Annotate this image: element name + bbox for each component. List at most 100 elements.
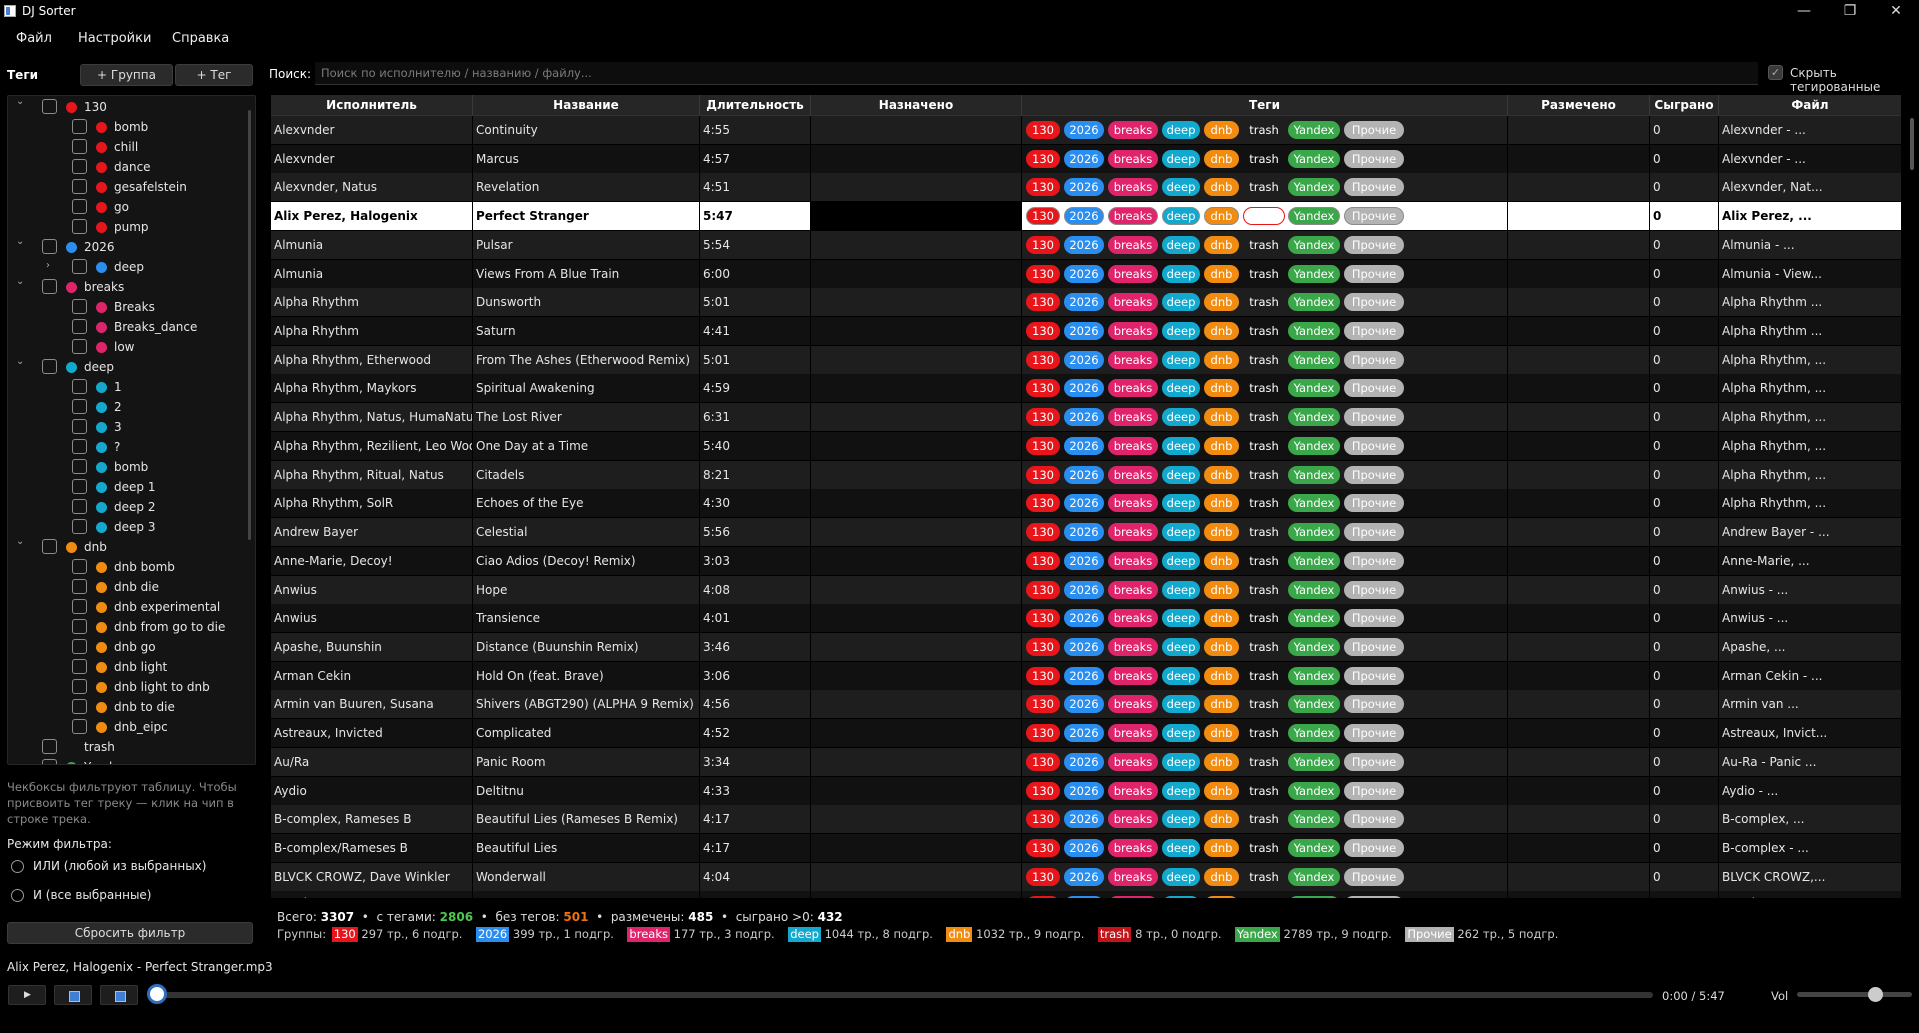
tag-chip[interactable]: 2026 bbox=[1064, 207, 1104, 226]
table-row[interactable]: Au/Ra Panic Room 3:34 130 2026 breaks deep dnb t… bbox=[271, 747, 1901, 776]
tree-item[interactable]: chill bbox=[8, 137, 253, 157]
tag-chip[interactable]: trash bbox=[1243, 753, 1285, 771]
tree-item[interactable]: 3 bbox=[8, 417, 253, 437]
tag-chip[interactable]: dnb bbox=[1204, 149, 1239, 168]
tag-chip[interactable]: Yandex bbox=[1288, 810, 1340, 829]
tag-checkbox[interactable] bbox=[72, 559, 87, 574]
tag-chip[interactable]: breaks bbox=[1108, 867, 1158, 886]
table-row[interactable]: Alpha Rhythm, Etherwood From The Ashes (E… bbox=[271, 345, 1901, 374]
tag-checkbox[interactable] bbox=[42, 759, 57, 764]
tag-chip[interactable]: Yandex bbox=[1288, 293, 1340, 312]
tag-chip[interactable]: deep bbox=[1162, 695, 1200, 714]
tag-chip[interactable]: trash bbox=[1243, 896, 1285, 898]
tag-chip[interactable]: 2026 bbox=[1064, 839, 1104, 857]
tag-chip[interactable]: 130 bbox=[1026, 839, 1060, 857]
tag-checkbox[interactable] bbox=[72, 379, 87, 394]
tag-chip[interactable]: Прочие bbox=[1344, 810, 1404, 829]
tag-chip[interactable]: breaks bbox=[1108, 637, 1158, 656]
tag-chip[interactable]: trash bbox=[1243, 408, 1285, 426]
tag-chip[interactable]: breaks bbox=[1108, 178, 1158, 197]
tag-chip[interactable]: Yandex bbox=[1288, 436, 1340, 455]
tag-chip[interactable]: Прочие bbox=[1344, 350, 1404, 369]
tag-chip[interactable]: trash bbox=[1243, 322, 1285, 340]
tag-chip[interactable]: 130 bbox=[1026, 465, 1060, 484]
tag-chip[interactable]: 2026 bbox=[1064, 235, 1104, 254]
tree-item[interactable]: 1 bbox=[8, 377, 253, 397]
tree-item[interactable]: dnb bomb bbox=[8, 557, 253, 577]
tag-chip[interactable]: Прочие bbox=[1344, 178, 1404, 197]
radio-and[interactable] bbox=[11, 889, 24, 902]
tag-checkbox[interactable] bbox=[72, 679, 87, 694]
tag-chip[interactable]: Прочие bbox=[1344, 551, 1404, 570]
tag-chip[interactable]: Yandex bbox=[1288, 551, 1340, 570]
tag-chip[interactable]: Yandex bbox=[1288, 235, 1340, 254]
tag-chip[interactable]: Прочие bbox=[1344, 494, 1404, 513]
chevron-right-icon[interactable]: › bbox=[46, 260, 50, 271]
tag-chip[interactable]: Прочие bbox=[1344, 580, 1404, 599]
table-row[interactable]: Alix Perez, Halogenix Perfect Stranger 5:4… bbox=[271, 202, 1901, 231]
tag-chip[interactable]: breaks bbox=[1108, 666, 1158, 685]
tag-chip[interactable]: 130 bbox=[1026, 235, 1060, 254]
seek-handle[interactable] bbox=[147, 984, 167, 1004]
tag-chip[interactable]: Yandex bbox=[1288, 322, 1340, 341]
tag-chip[interactable]: 130 bbox=[1026, 637, 1060, 656]
tag-chip[interactable]: Прочие bbox=[1344, 121, 1404, 139]
tag-chip[interactable]: deep bbox=[1162, 149, 1200, 168]
tag-chip[interactable]: 130 bbox=[1026, 724, 1060, 743]
tag-chip[interactable]: trash bbox=[1243, 178, 1285, 196]
tag-chip[interactable]: dnb bbox=[1204, 867, 1239, 886]
tag-chip[interactable]: deep bbox=[1162, 494, 1200, 513]
tag-chip[interactable]: dnb bbox=[1204, 609, 1239, 628]
tag-chip[interactable]: Прочие bbox=[1344, 609, 1404, 628]
tag-chip[interactable]: Прочие bbox=[1344, 523, 1404, 542]
chevron-down-icon[interactable]: ⌄ bbox=[16, 536, 24, 547]
tag-chip[interactable]: 130 bbox=[1026, 609, 1060, 628]
tag-chip[interactable] bbox=[1243, 207, 1285, 226]
tree-item[interactable]: ? bbox=[8, 437, 253, 457]
tag-chip[interactable]: 130 bbox=[1026, 436, 1060, 455]
tree-item[interactable]: deep 1 bbox=[8, 477, 253, 497]
tag-chip[interactable]: dnb bbox=[1204, 379, 1239, 398]
tag-checkbox[interactable] bbox=[72, 339, 87, 354]
tag-checkbox[interactable] bbox=[72, 519, 87, 534]
tag-chip[interactable]: 2026 bbox=[1064, 293, 1104, 312]
tag-chip[interactable]: Прочие bbox=[1344, 666, 1404, 685]
tag-chip[interactable]: Прочие bbox=[1344, 207, 1404, 226]
tag-chip[interactable]: Yandex bbox=[1288, 149, 1340, 168]
tag-chip[interactable]: Yandex bbox=[1288, 207, 1340, 226]
tag-chip[interactable]: deep bbox=[1162, 350, 1200, 369]
tag-chip[interactable]: Yandex bbox=[1288, 264, 1340, 283]
tag-chip[interactable]: deep bbox=[1162, 724, 1200, 743]
maximize-icon[interactable]: ❐ bbox=[1830, 1, 1870, 21]
tag-checkbox[interactable] bbox=[72, 659, 87, 674]
tag-chip[interactable]: dnb bbox=[1204, 523, 1239, 542]
table-row[interactable]: Alexvnder Marcus 4:57 130 2026 breaks deep dnb t… bbox=[271, 144, 1901, 173]
tag-chip[interactable]: breaks bbox=[1108, 896, 1158, 898]
play-button[interactable]: ▶ bbox=[8, 985, 46, 1005]
tree-item[interactable]: low bbox=[8, 337, 253, 357]
tree-item[interactable]: ⌄ dnb bbox=[8, 536, 253, 557]
tag-chip[interactable]: trash bbox=[1243, 810, 1285, 828]
tag-chip[interactable]: dnb bbox=[1204, 207, 1239, 226]
tag-chip[interactable]: deep bbox=[1162, 235, 1200, 254]
tree-item[interactable]: pump bbox=[8, 217, 253, 237]
tag-chip[interactable]: deep bbox=[1162, 637, 1200, 656]
column-header[interactable]: Сыграно bbox=[1650, 95, 1719, 115]
tag-chip[interactable]: 130 bbox=[1026, 752, 1060, 771]
tag-chip[interactable]: breaks bbox=[1108, 207, 1158, 226]
tag-chip[interactable]: trash bbox=[1243, 638, 1285, 656]
tag-checkbox[interactable] bbox=[72, 399, 87, 414]
tag-chip[interactable]: dnb bbox=[1204, 810, 1239, 829]
tag-chip[interactable]: dnb bbox=[1204, 178, 1239, 197]
tree-item[interactable]: 2 bbox=[8, 397, 253, 417]
table-row[interactable]: Apashe, Buunshin Distance (Buunshin Remix… bbox=[271, 632, 1901, 661]
table-row[interactable]: Anwius Transience 4:01 130 2026 breaks deep dnb… bbox=[271, 604, 1901, 633]
table-row[interactable]: Alpha Rhythm, Rezilient, Leo Wood One Day… bbox=[271, 431, 1901, 460]
tree-item[interactable]: ⌄ 130 bbox=[8, 96, 253, 117]
tag-chip[interactable]: 2026 bbox=[1064, 149, 1104, 168]
tag-chip[interactable]: dnb bbox=[1204, 121, 1239, 139]
table-row[interactable]: Aydio Deltitnu 4:33 130 2026 breaks deep dnb tra… bbox=[271, 776, 1901, 805]
tag-chip[interactable]: deep bbox=[1162, 379, 1200, 398]
tree-scrollbar[interactable] bbox=[248, 110, 251, 540]
table-scrollbar[interactable] bbox=[1910, 118, 1914, 170]
